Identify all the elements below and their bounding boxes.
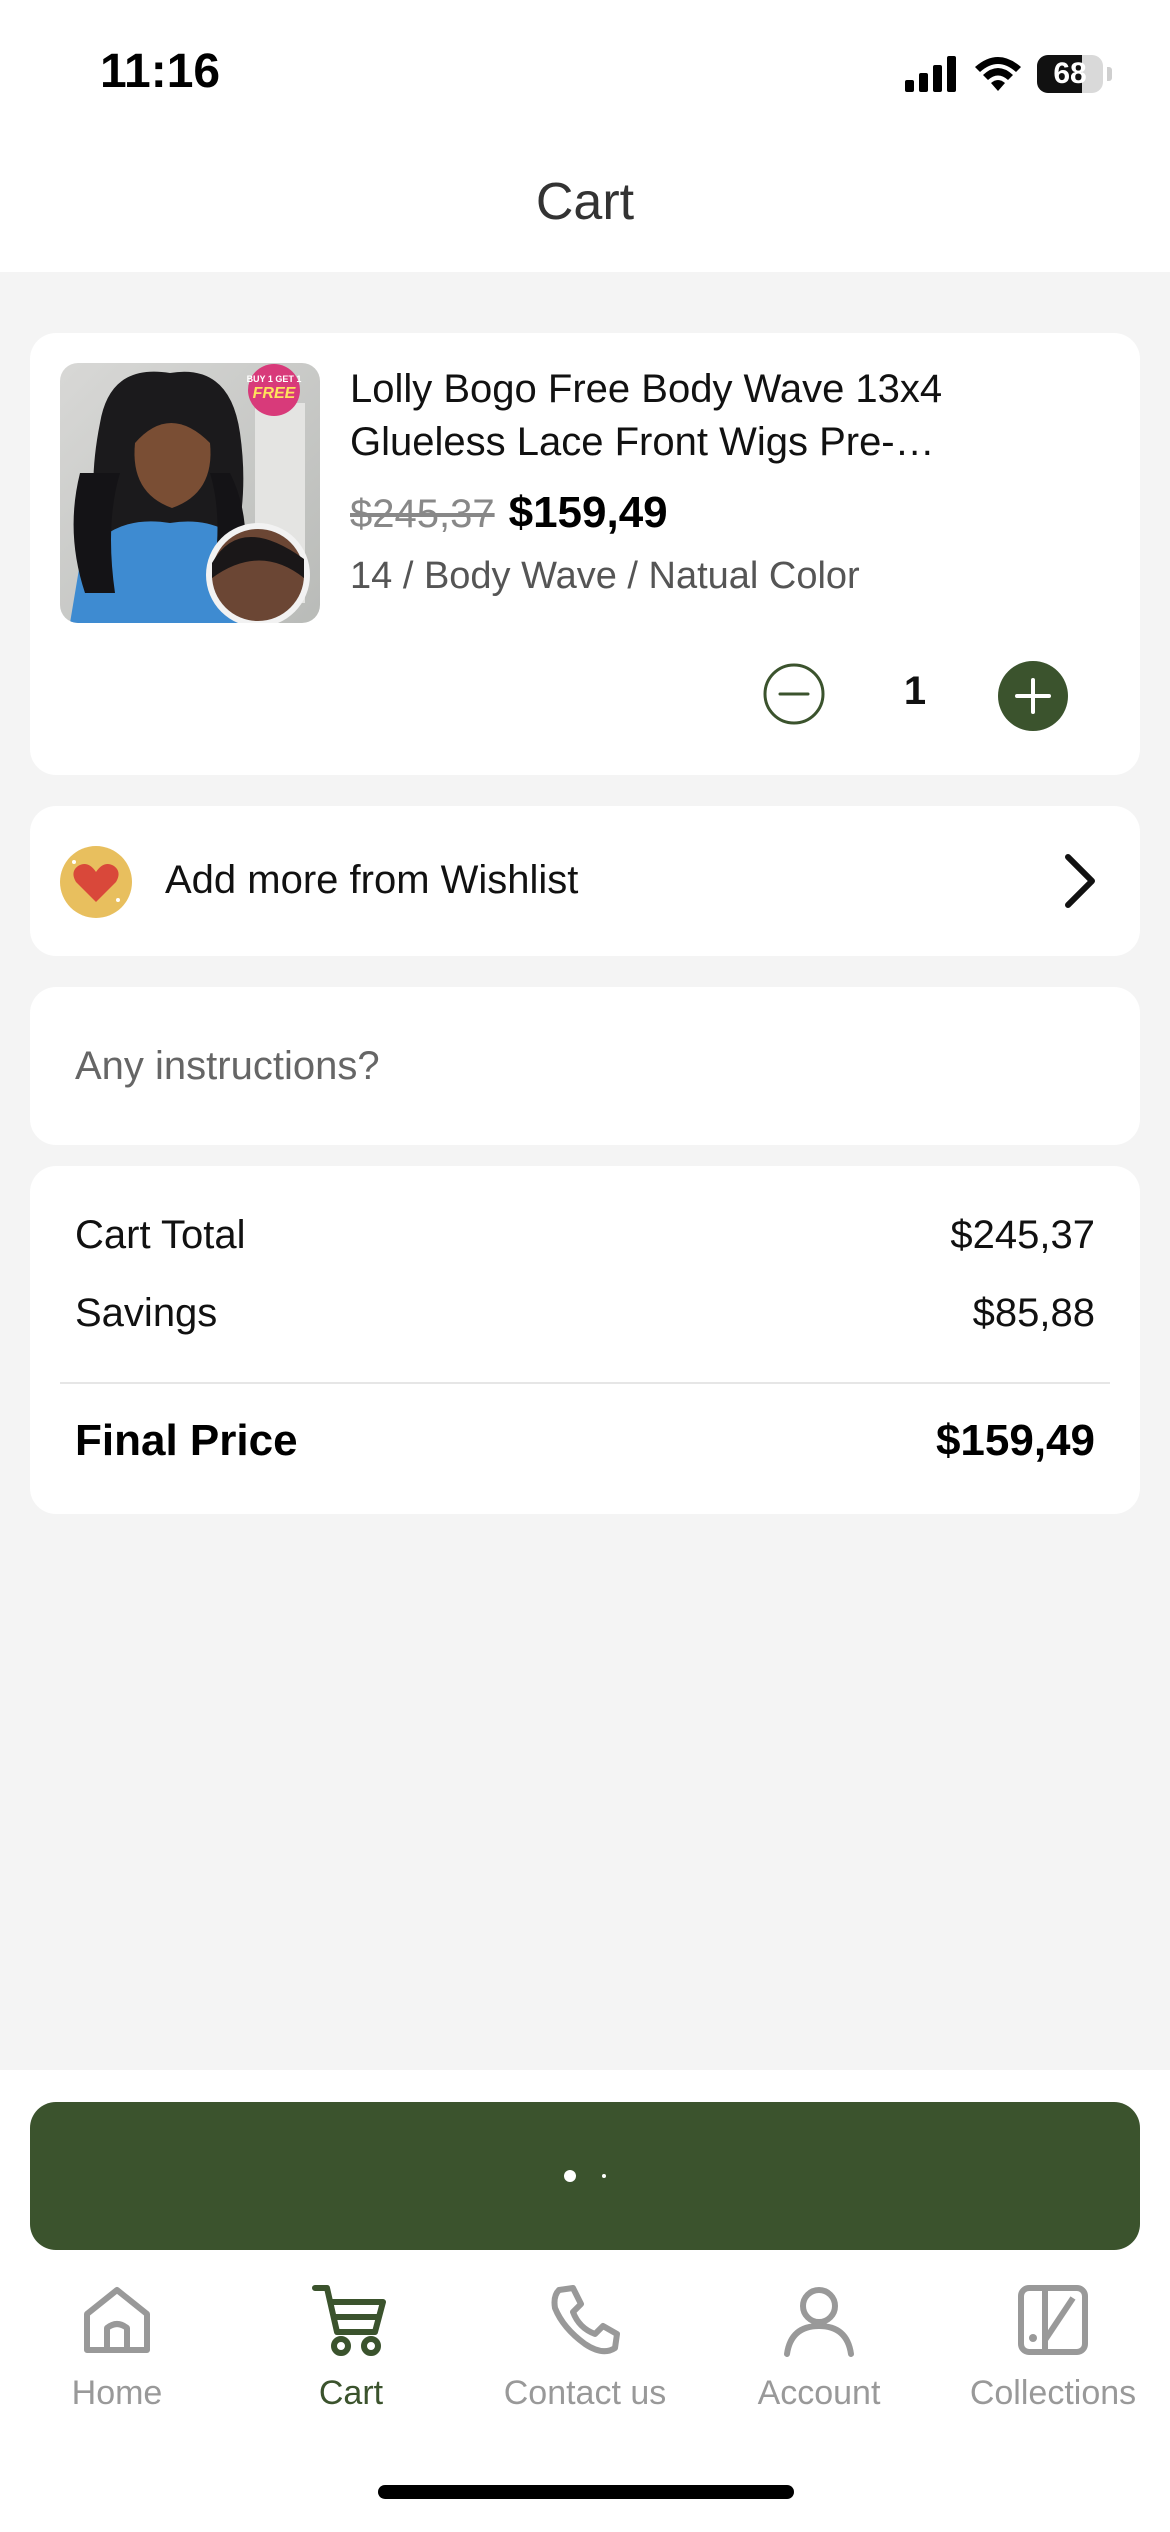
chevron-right-icon <box>1065 854 1095 908</box>
loading-dot <box>602 2174 606 2178</box>
checkout-button[interactable] <box>30 2102 1140 2250</box>
home-indicator <box>378 2485 794 2499</box>
badge-line-1: BUY 1 GET 1 <box>247 374 302 384</box>
cart-item-card: BUY 1 GET 1 FREE Lolly Bogo Free Body Wa… <box>30 333 1140 775</box>
home-icon <box>84 2287 150 2353</box>
wifi-icon <box>975 57 1021 91</box>
battery-percent: 68 <box>1053 57 1087 90</box>
tab-bar: Home Cart Contact us Account Collections <box>0 2280 1170 2430</box>
savings-label: Savings <box>75 1291 218 1335</box>
tab-label: Cart <box>318 2374 384 2412</box>
final-price-label: Final Price <box>75 1416 298 1465</box>
battery-cap <box>1107 67 1112 81</box>
status-icons: 68 <box>905 52 1112 96</box>
price-row: $245,37 $159,49 <box>350 488 668 538</box>
phone-icon <box>551 2285 620 2355</box>
badge-line-2: FREE <box>253 385 297 402</box>
final-price-row: Final Price $159,49 <box>75 1416 1095 1466</box>
tab-account[interactable]: Account <box>702 2280 936 2413</box>
tab-label: Collections <box>969 2374 1137 2412</box>
final-price-value: $159,49 <box>935 1416 1095 1465</box>
increase-quantity-button[interactable] <box>998 661 1068 731</box>
wishlist-row[interactable]: Add more from Wishlist <box>30 806 1140 956</box>
page-title: Cart <box>535 173 635 231</box>
original-price: $245,37 <box>350 492 495 536</box>
heart-icon <box>60 846 132 918</box>
tab-label: Contact us <box>503 2374 667 2412</box>
account-icon <box>784 2287 854 2357</box>
totals-divider <box>60 1382 1110 1384</box>
loading-dot <box>564 2170 576 2182</box>
product-variant: 14 / Body Wave / Natual Color <box>350 555 860 597</box>
quantity-value: 1 <box>903 669 927 713</box>
tab-home[interactable]: Home <box>0 2280 234 2413</box>
product-image[interactable]: BUY 1 GET 1 FREE <box>60 363 320 623</box>
sale-price: $159,49 <box>508 488 668 537</box>
collections-icon <box>1018 2285 1088 2355</box>
instructions-input[interactable] <box>30 987 1140 1145</box>
tab-collections[interactable]: Collections <box>936 2280 1170 2413</box>
cart-total-value: $245,37 <box>950 1213 1095 1257</box>
tab-contact-us[interactable]: Contact us <box>468 2280 702 2413</box>
cart-total-label: Cart Total <box>75 1213 246 1257</box>
tab-cart[interactable]: Cart <box>234 2280 468 2413</box>
product-title[interactable]: Lolly Bogo Free Body Wave 13x4 Glueless … <box>350 363 1030 469</box>
status-time: 11:16 <box>100 45 221 98</box>
cart-total-row: Cart Total $245,37 <box>75 1213 1095 1258</box>
bottom-panel: Home Cart Contact us Account Collections <box>0 2070 1170 2532</box>
savings-value: $85,88 <box>972 1291 1095 1335</box>
instructions-card <box>30 987 1140 1145</box>
battery-icon: 68 <box>1037 55 1103 93</box>
cart-icon <box>312 2285 386 2356</box>
signal-icon <box>905 56 956 92</box>
product-photo: BUY 1 GET 1 FREE <box>60 363 320 623</box>
tab-label: Home <box>71 2374 163 2412</box>
tab-label: Account <box>757 2374 881 2412</box>
totals-card: Cart Total $245,37 Savings $85,88 Final … <box>30 1166 1140 1514</box>
top-bar: 11:16 68 Cart <box>0 0 1170 272</box>
savings-row: Savings $85,88 <box>75 1291 1095 1336</box>
wishlist-label: Add more from Wishlist <box>165 858 579 902</box>
decrease-quantity-button[interactable] <box>763 663 825 725</box>
